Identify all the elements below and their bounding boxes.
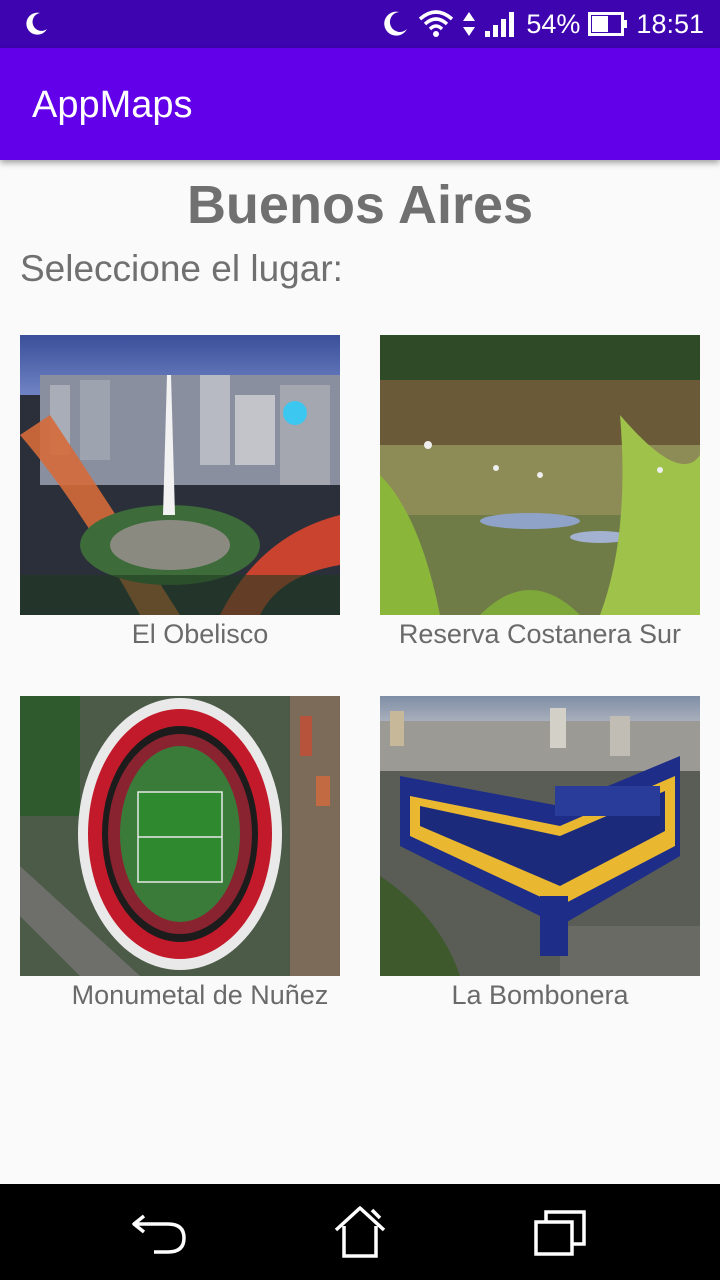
battery-icon [588,12,628,36]
moon-icon [26,12,47,35]
app-title: AppMaps [32,84,193,126]
place-card-bombonera[interactable]: La Bombonera [380,696,720,1026]
app-bar: AppMaps [0,48,720,160]
wifi-icon [419,10,454,37]
navigation-bar [0,1184,720,1280]
place-card-monumental[interactable]: Monumetal de Nuñez [20,696,360,1026]
battery-percent: 54% [526,8,581,39]
place-name[interactable]: Monumetal de Nuñez [20,980,380,1011]
place-name[interactable]: La Bombonera [380,980,700,1011]
monumental-image[interactable] [20,696,340,976]
clock: 18:51 [636,8,704,39]
obelisco-image[interactable] [20,335,340,615]
main-content: Buenos Aires Seleccione el lugar: El Obe… [0,160,720,1184]
home-icon[interactable] [330,1202,390,1262]
moon-icon [384,11,408,36]
place-name[interactable]: Reserva Costanera Sur [380,619,700,650]
select-place-prompt: Seleccione el lugar: [20,248,343,289]
status-bar: 54% 18:51 [0,0,720,48]
place-card-obelisco[interactable]: El Obelisco [20,335,360,665]
reserva-image[interactable] [380,335,700,615]
recents-icon[interactable] [530,1202,590,1262]
place-card-reserva[interactable]: Reserva Costanera Sur [380,335,720,665]
place-name[interactable]: El Obelisco [20,619,380,650]
bombonera-image[interactable] [380,696,700,976]
back-icon[interactable] [130,1202,190,1262]
city-title: Buenos Aires [186,175,534,235]
signal-icon [485,12,515,37]
data-transfer-icon [463,12,476,36]
